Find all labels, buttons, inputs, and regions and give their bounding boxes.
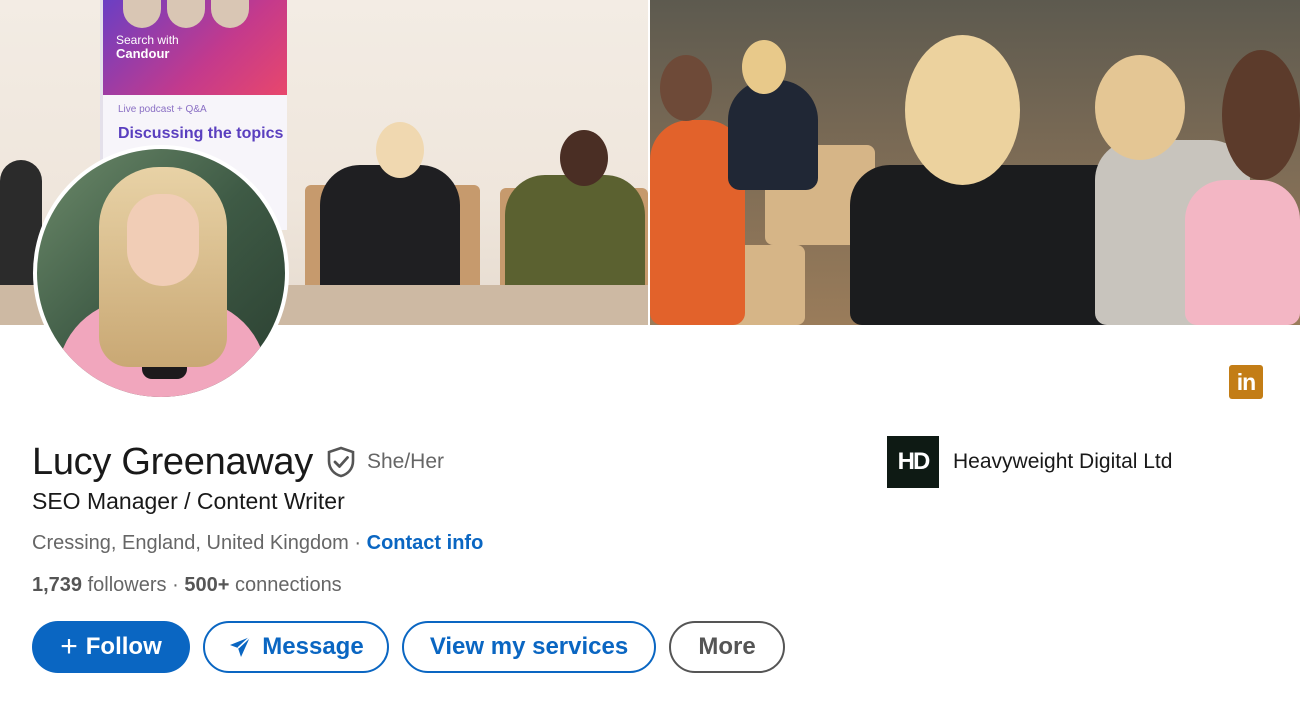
connections-count[interactable]: 500+ [184, 574, 229, 596]
verified-shield-icon[interactable] [325, 446, 357, 478]
audience-head [742, 40, 786, 94]
panelist-head [560, 130, 608, 186]
profile-name: Lucy Greenaway [32, 440, 313, 483]
view-services-button[interactable]: View my services [402, 621, 656, 673]
current-company[interactable]: HD Heavyweight Digital Ltd [887, 436, 1172, 488]
panelist-head [376, 122, 424, 178]
message-label: Message [262, 633, 364, 660]
rollup-search-text: Search with Candour [116, 33, 179, 61]
profile-location: Cressing, England, United Kingdom [32, 532, 349, 554]
contact-info-link[interactable]: Contact info [367, 532, 484, 554]
plus-icon: + [60, 630, 78, 663]
location-row: Cressing, England, United Kingdom · Cont… [32, 532, 483, 555]
followers-count: 1,739 [32, 574, 83, 596]
linkedin-logo-icon: in [1229, 365, 1263, 399]
followers-label: followers [82, 574, 167, 596]
profile-pronouns: She/Her [366, 450, 444, 473]
profile-avatar[interactable] [33, 145, 289, 401]
audience-head [905, 35, 1020, 185]
message-button[interactable]: Message [203, 621, 389, 673]
follow-button[interactable]: + Follow [32, 621, 190, 673]
send-icon [230, 636, 251, 657]
profile-headline: SEO Manager / Content Writer [32, 488, 345, 514]
audience-member [728, 80, 818, 190]
company-name[interactable]: Heavyweight Digital Ltd [953, 450, 1172, 474]
rollup-subtitle: Live podcast + Q&A [118, 104, 207, 115]
banner-audience-panel [650, 0, 1300, 325]
rollup-title: Discussing the topics [118, 125, 284, 142]
stats-separator: · [166, 574, 185, 596]
connections-label[interactable]: connections [229, 574, 342, 596]
rollup-search-line2: Candour [116, 46, 170, 61]
avatar-photo [37, 149, 285, 397]
audience-head [660, 55, 712, 121]
rollup-header: Search with Candour [103, 0, 287, 95]
more-label: More [698, 633, 756, 660]
rollup-faces [123, 0, 273, 28]
rollup-search-line1: Search with [116, 33, 179, 47]
audience-head [1095, 55, 1185, 160]
follow-label: Follow [85, 633, 162, 660]
profile-actions: + Follow Message View my services More [32, 621, 785, 673]
company-logo: HD [887, 436, 939, 488]
more-button[interactable]: More [669, 621, 785, 673]
stats-row: 1,739 followers · 500+ connections [32, 574, 342, 597]
services-label: View my services [429, 633, 629, 660]
audience-head [1222, 50, 1300, 180]
avatar-face [127, 194, 199, 286]
audience-member [1185, 180, 1300, 325]
name-row: Lucy Greenaway She/Her [32, 440, 444, 484]
location-separator: · [348, 532, 367, 554]
